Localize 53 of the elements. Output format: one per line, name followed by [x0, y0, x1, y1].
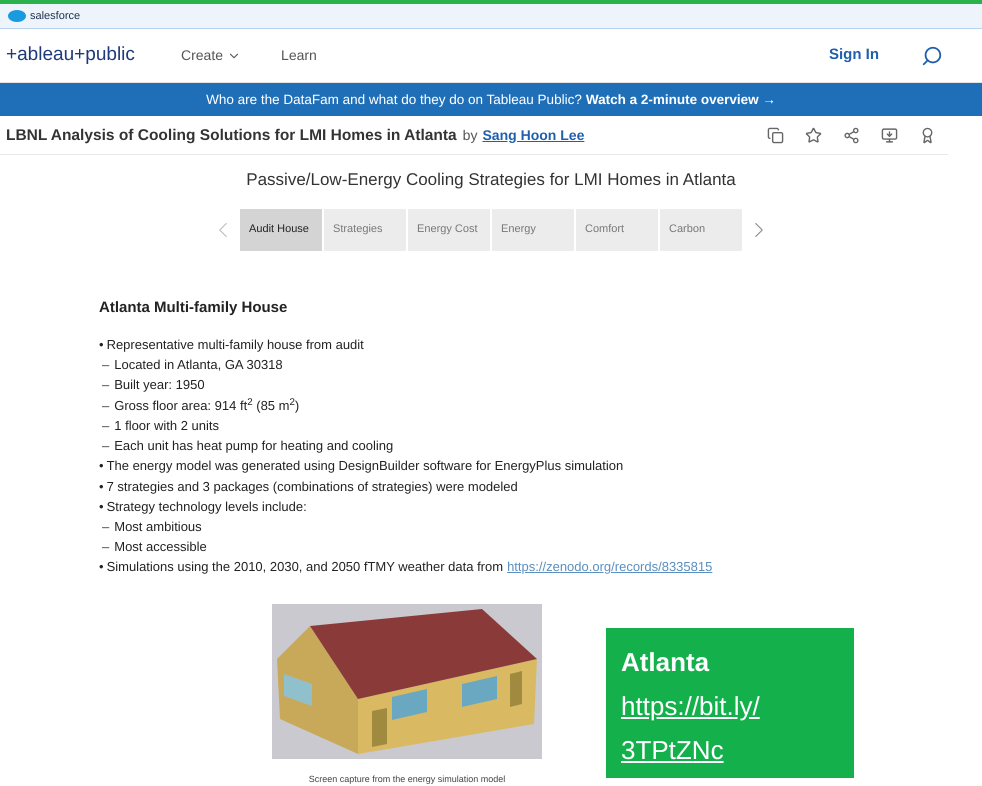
dashboard-tab[interactable]: Carbon	[660, 208, 742, 251]
list-text: Simulations using the 2010, 2030, and 2050 fTMY weather data from	[106, 558, 504, 576]
by-label: by	[462, 126, 478, 145]
list-text: 1 floor with 2 units	[114, 416, 220, 435]
list-text: Most accessible	[114, 538, 207, 556]
list-text: Most ambitious	[114, 518, 202, 536]
banner-text: Who are the DataFam and what do they do on Tableau Public?	[206, 90, 582, 109]
list-marker: –	[102, 356, 110, 374]
list-text: Representative multi-family house from audit	[106, 336, 364, 354]
list-marker: •	[99, 558, 104, 576]
list-text: Gross floor area: 914 ft$^{2}$ (85 m$^{2}$)	[114, 396, 300, 415]
sign-in-link[interactable]: Sign In	[829, 44, 879, 67]
copy-icon[interactable]	[767, 126, 784, 144]
dashboard-tab[interactable]: Energy	[492, 208, 574, 251]
list-text: Each unit has heat pump for heating and cooling	[114, 437, 394, 456]
list-text: Strategy technology levels include:	[106, 498, 307, 516]
share-icon[interactable]	[843, 126, 860, 144]
list-marker: –	[102, 376, 110, 394]
image-caption: Screen capture from the energy simulation model	[308, 772, 506, 786]
dashboard-tab[interactable]: Audit House	[240, 208, 322, 251]
dashboard-tab[interactable]: Comfort	[576, 208, 658, 251]
list-marker: –	[102, 518, 110, 536]
section-heading: Atlanta Multi-family House	[99, 298, 288, 318]
brand-name: salesforce	[30, 8, 80, 24]
dashboard-title: Passive/Low-Energy Cooling Strategies for LMI Homes in Atlanta	[246, 169, 736, 192]
nav-item[interactable]: Learn	[281, 45, 317, 66]
author-link[interactable]: Sang Hoon Lee	[482, 124, 584, 146]
logo[interactable]: +ableau+public	[6, 41, 181, 70]
list-text: Located in Atlanta, GA 30318	[114, 356, 283, 374]
dashboard-tab[interactable]: Strategies	[324, 208, 406, 251]
list-text: The energy model was generated using DesignBuilder software for EnergyPlus simulation	[106, 457, 624, 476]
overview-link[interactable]: Watch a 2-minute overview →	[586, 90, 776, 110]
list-text: 7 strategies and 3 packages (combinations of strategies) were modeled	[106, 478, 518, 496]
search-icon[interactable]	[921, 44, 943, 67]
nav-item[interactable]: Create	[181, 45, 242, 66]
list-marker: •	[99, 457, 104, 476]
short-link[interactable]: 3TPtZNc	[621, 734, 724, 765]
list-marker: –	[102, 416, 110, 435]
list-marker: •	[99, 336, 104, 354]
star-icon[interactable]	[805, 126, 822, 144]
list-marker: –	[102, 437, 110, 456]
callout-title: Atlanta	[621, 646, 710, 679]
dashboard-tab[interactable]: Energy Cost	[408, 208, 490, 251]
list-marker: •	[99, 478, 104, 496]
list-marker: –	[102, 538, 110, 556]
list-marker: –	[102, 396, 110, 415]
records-link[interactable]: https://zenodo.org/records/8335815	[507, 557, 712, 578]
download-icon[interactable]	[881, 126, 898, 144]
list-text: Built year: 1950	[114, 376, 205, 394]
list-marker: •	[99, 498, 104, 516]
cloud-logo-icon	[8, 10, 26, 22]
viz-title: LBNL Analysis of Cooling Solutions for LMI Homes in Atlanta	[6, 126, 457, 146]
short-link[interactable]: https://bit.ly/	[621, 690, 760, 721]
